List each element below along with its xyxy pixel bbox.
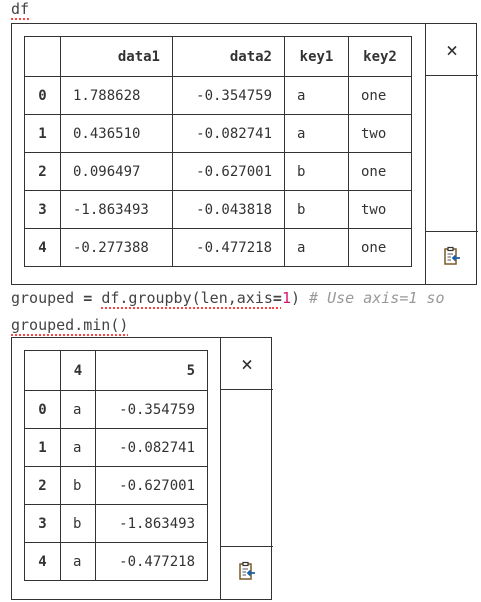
min-table: 4 5 0 a -0.354759 1 a -0.082741 2 b -0.627001 3 b -1.… xyxy=(24,350,208,581)
table-cell: -0.477218 xyxy=(172,228,285,267)
table-row: 0 a -0.354759 xyxy=(24,390,208,429)
table-cell: one xyxy=(348,152,412,191)
close-output-button[interactable]: × xyxy=(221,338,273,390)
row-index: 2 xyxy=(24,152,61,191)
column-header xyxy=(24,350,61,391)
clipboard-icon xyxy=(238,561,256,585)
header-row: 45 xyxy=(24,350,208,391)
table-cell: -0.627001 xyxy=(172,152,285,191)
table-cell: -0.354759 xyxy=(95,390,208,429)
table-cell: 0.096497 xyxy=(60,152,173,191)
column-header: 4 xyxy=(60,350,96,391)
table-row: 1 0.436510 -0.082741 a two xyxy=(24,114,412,153)
table-cell: -0.043818 xyxy=(172,190,285,229)
table-cell: -0.354759 xyxy=(172,76,285,115)
table-row: 4 a -0.477218 xyxy=(24,542,208,581)
table-cell: two xyxy=(348,114,412,153)
table-row: 1 a -0.082741 xyxy=(24,428,208,467)
output-side-panel: × xyxy=(425,24,478,284)
table-cell: 1.788628 xyxy=(60,76,173,115)
table-cell: a xyxy=(60,542,96,581)
table-cell: b xyxy=(60,466,96,505)
column-header: data1 xyxy=(60,36,173,77)
table-cell: one xyxy=(348,228,412,267)
column-header xyxy=(24,36,61,77)
table-row: 3 -1.863493 -0.043818 b two xyxy=(24,190,412,229)
table-cell: -0.627001 xyxy=(95,466,208,505)
table-cell: two xyxy=(348,190,412,229)
output-side-panel: × xyxy=(220,338,273,599)
table-cell: a xyxy=(60,428,96,467)
df-table: data1 data2 key1 key2 0 1.788628 -0.354759 a one… xyxy=(24,36,412,267)
close-icon: × xyxy=(445,37,459,62)
row-index: 4 xyxy=(24,228,61,267)
table-cell: -0.477218 xyxy=(95,542,208,581)
row-index: 2 xyxy=(24,466,61,505)
copy-output-button[interactable] xyxy=(426,231,478,284)
table-cell: -0.082741 xyxy=(95,428,208,467)
code-line-df[interactable]: df xyxy=(11,0,29,18)
table-row: 4 -0.277388 -0.477218 a one xyxy=(24,228,412,267)
table-cell: a xyxy=(284,76,349,115)
row-index: 1 xyxy=(24,114,61,153)
table-row: 2 b -0.627001 xyxy=(24,466,208,505)
row-index: 1 xyxy=(24,428,61,467)
table-cell: one xyxy=(348,76,412,115)
close-output-button[interactable]: × xyxy=(426,24,478,76)
table-cell: -1.863493 xyxy=(60,190,173,229)
row-index: 0 xyxy=(24,390,61,429)
table-row: 2 0.096497 -0.627001 b one xyxy=(24,152,412,191)
table-cell: 0.436510 xyxy=(60,114,173,153)
column-header: key2 xyxy=(348,36,412,77)
table-cell: a xyxy=(60,390,96,429)
min-output: 4 5 0 a -0.354759 1 a -0.082741 2 b -0.627001 3 b -1.… xyxy=(11,337,273,600)
table-cell: -0.277388 xyxy=(60,228,173,267)
row-index: 0 xyxy=(24,76,61,115)
code-line-min[interactable]: grouped.min() xyxy=(11,316,128,334)
clipboard-icon xyxy=(443,246,461,270)
table-cell: -1.863493 xyxy=(95,504,208,543)
table-row: 3 b -1.863493 xyxy=(24,504,208,543)
table-cell: -0.082741 xyxy=(172,114,285,153)
code-line-groupby[interactable]: grouped = df.groupby(len,axis=1) # Use a… xyxy=(11,289,445,307)
row-index: 4 xyxy=(24,542,61,581)
close-icon: × xyxy=(240,351,254,376)
table-cell: a xyxy=(284,114,349,153)
table-cell: b xyxy=(284,190,349,229)
column-header: data2 xyxy=(172,36,285,77)
table-row: 0 1.788628 -0.354759 a one xyxy=(24,76,412,115)
table-cell: a xyxy=(284,228,349,267)
row-index: 3 xyxy=(24,504,61,543)
df-output: data1 data2 key1 key2 0 1.788628 -0.354759 a one… xyxy=(11,23,478,285)
row-index: 3 xyxy=(24,190,61,229)
column-header: 5 xyxy=(95,350,208,391)
column-header: key1 xyxy=(284,36,349,77)
header-row: data1 data2 key1 key2 xyxy=(24,36,412,77)
table-cell: b xyxy=(284,152,349,191)
copy-output-button[interactable] xyxy=(221,546,273,599)
table-cell: b xyxy=(60,504,96,543)
